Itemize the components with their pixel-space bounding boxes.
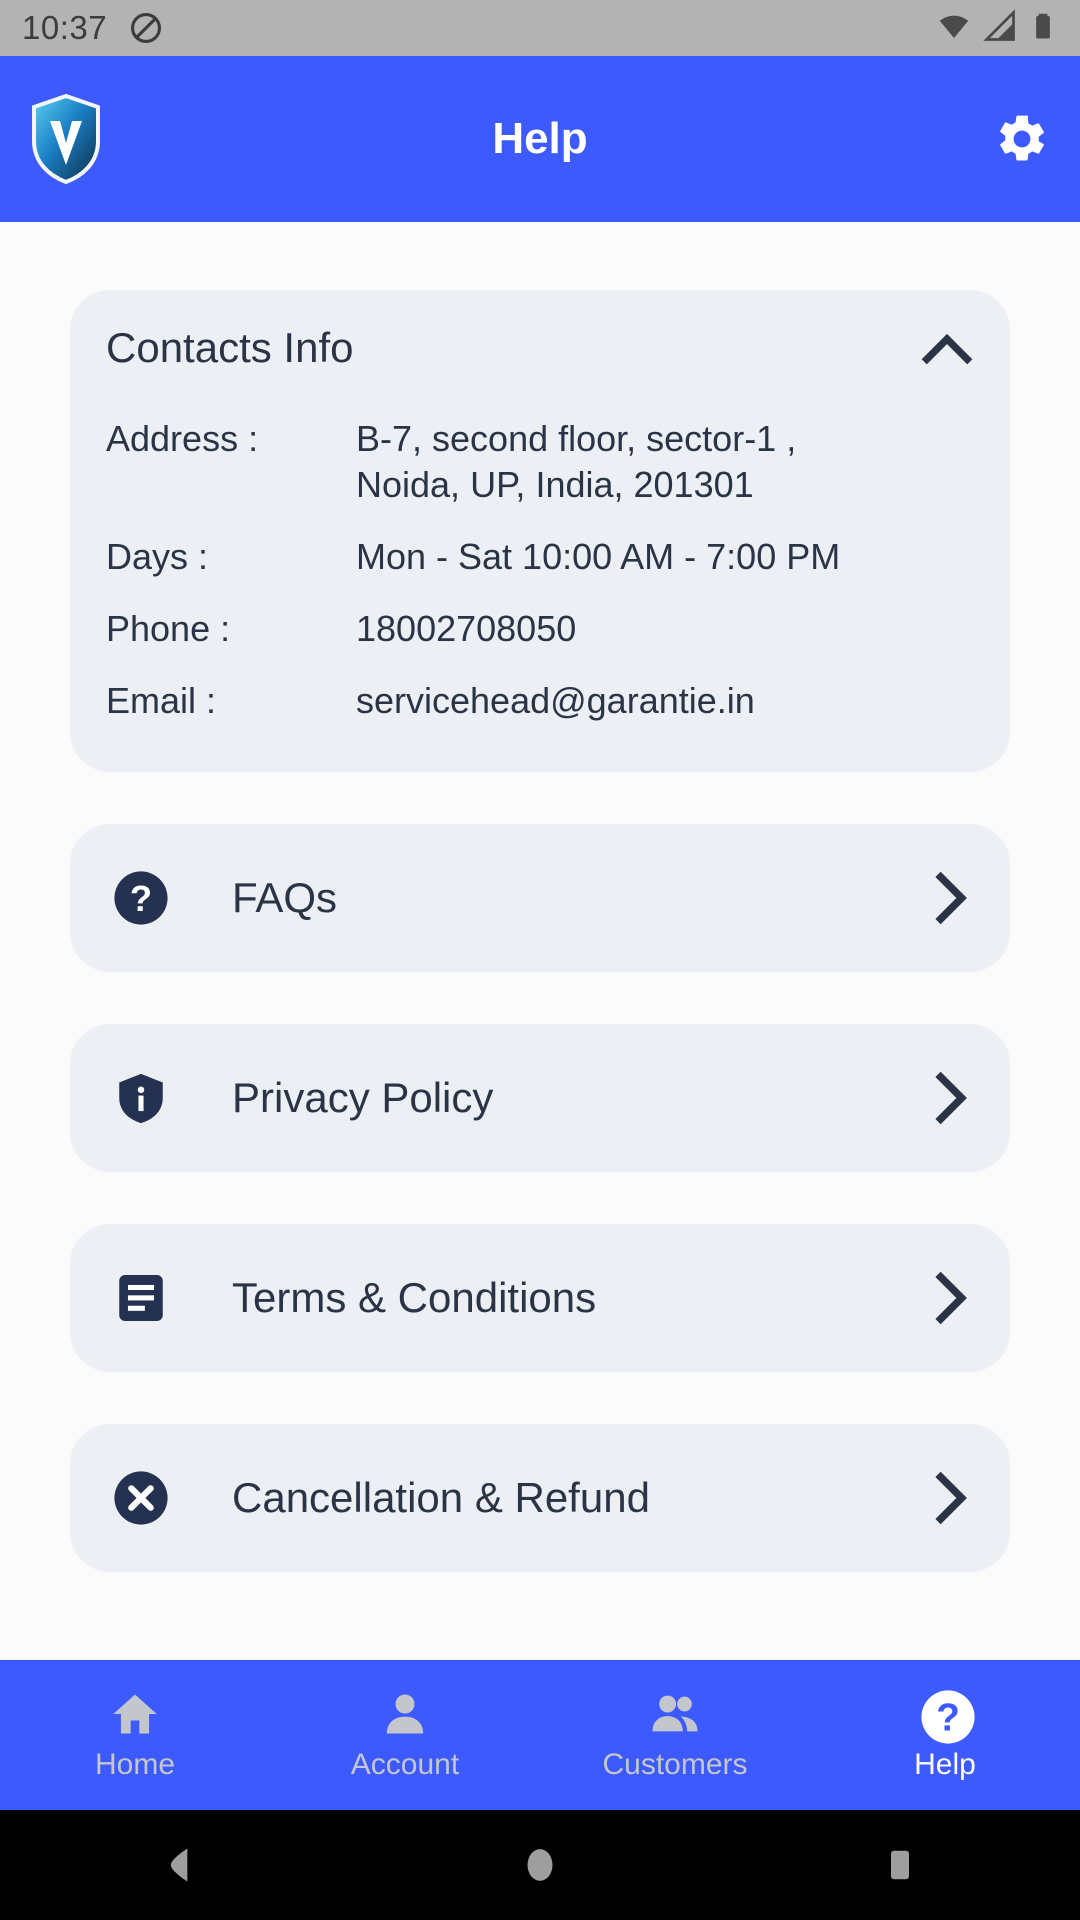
menu-item-label: Terms & Conditions	[232, 1274, 597, 1322]
contact-value: Mon - Sat 10:00 AM - 7:00 PM	[356, 536, 841, 578]
recents-square-icon[interactable]	[720, 1847, 1080, 1883]
status-bar: 10:37	[0, 0, 1080, 56]
svg-text:?: ?	[936, 1697, 960, 1740]
shield-info-icon	[110, 1067, 172, 1129]
dnd-icon	[129, 11, 163, 45]
android-navigation-bar	[0, 1810, 1080, 1920]
contact-value: B-7, second floor, sector-1 , Noida, UP,…	[356, 418, 797, 506]
menu-item-faqs[interactable]: ? FAQs	[70, 824, 1010, 973]
home-icon	[109, 1688, 161, 1740]
page-title: Help	[492, 114, 588, 163]
contact-row-email: Email : servicehead@garantie.in	[106, 678, 974, 724]
nav-item-label: Customers	[602, 1748, 748, 1781]
contacts-info-title: Contacts Info	[106, 324, 354, 371]
contact-key: Days :	[106, 536, 209, 578]
contacts-info-table: Address : B-7, second floor, sector-1 , …	[70, 416, 1010, 724]
help-icon: ?	[919, 1688, 975, 1744]
contact-key: Address :	[106, 418, 259, 459]
chevron-right-icon[interactable]	[930, 1070, 970, 1126]
status-bar-clock: 10:37	[22, 9, 108, 46]
nav-item-label: Account	[350, 1748, 460, 1781]
contacts-info-header[interactable]: Contacts Info	[70, 324, 1010, 372]
scroll-content[interactable]: Contacts Info Address : B-7, second floo…	[0, 222, 1080, 1660]
nav-item-home[interactable]: Home	[0, 1688, 270, 1782]
document-lines-icon	[110, 1267, 172, 1329]
back-triangle-icon[interactable]	[0, 1843, 360, 1887]
close-circle-icon	[110, 1467, 172, 1529]
nav-item-help[interactable]: ? Help	[810, 1688, 1080, 1782]
svg-text:?: ?	[130, 878, 152, 919]
nav-item-customers[interactable]: Customers	[540, 1688, 810, 1782]
contact-key: Phone :	[106, 608, 231, 650]
contact-row-phone: Phone : 18002708050	[106, 606, 974, 652]
menu-item-cancellation-refund[interactable]: Cancellation & Refund	[70, 1424, 1010, 1573]
chevron-right-icon[interactable]	[930, 870, 970, 926]
contact-value[interactable]: 18002708050	[356, 606, 576, 652]
nav-item-label: Home	[94, 1748, 176, 1781]
contact-key: Email :	[106, 680, 217, 722]
contact-row-address: Address : B-7, second floor, sector-1 , …	[106, 416, 974, 508]
home-circle-icon[interactable]	[360, 1845, 720, 1885]
app-screen: 10:37 Help Contacts Info Address: B-7, …	[0, 0, 1080, 1920]
people-icon	[649, 1688, 701, 1740]
wifi-icon	[936, 8, 972, 49]
app-bar: Help	[0, 56, 1080, 222]
nav-item-label: Help	[914, 1748, 976, 1781]
contact-row-days: Days : Mon - Sat 10:00 AM - 7:00 PM	[106, 534, 974, 580]
menu-item-privacy-policy[interactable]: Privacy Policy	[70, 1024, 1010, 1173]
menu-item-terms-conditions[interactable]: Terms & Conditions	[70, 1224, 1010, 1373]
menu-item-label: Cancellation & Refund	[232, 1474, 650, 1522]
nav-item-account[interactable]: Account	[270, 1688, 540, 1782]
chevron-up-icon[interactable]	[920, 330, 974, 366]
gear-icon[interactable]	[994, 111, 1050, 167]
shield-v-logo-icon	[30, 93, 102, 185]
contact-value[interactable]: servicehead@garantie.in	[356, 678, 755, 724]
menu-item-label: FAQs	[232, 874, 338, 922]
battery-icon	[1028, 8, 1058, 49]
status-bar-icons	[936, 8, 1058, 49]
cellular-signal-icon	[982, 8, 1018, 49]
chevron-right-icon[interactable]	[930, 1470, 970, 1526]
question-circle-icon: ?	[110, 867, 172, 929]
bottom-navigation-bar: Home Account Customers ? Help	[0, 1660, 1080, 1810]
chevron-right-icon[interactable]	[930, 1270, 970, 1326]
contacts-info-card[interactable]: Contacts Info Address : B-7, second floo…	[70, 290, 1010, 773]
person-icon	[379, 1688, 431, 1740]
menu-item-label: Privacy Policy	[232, 1074, 494, 1122]
